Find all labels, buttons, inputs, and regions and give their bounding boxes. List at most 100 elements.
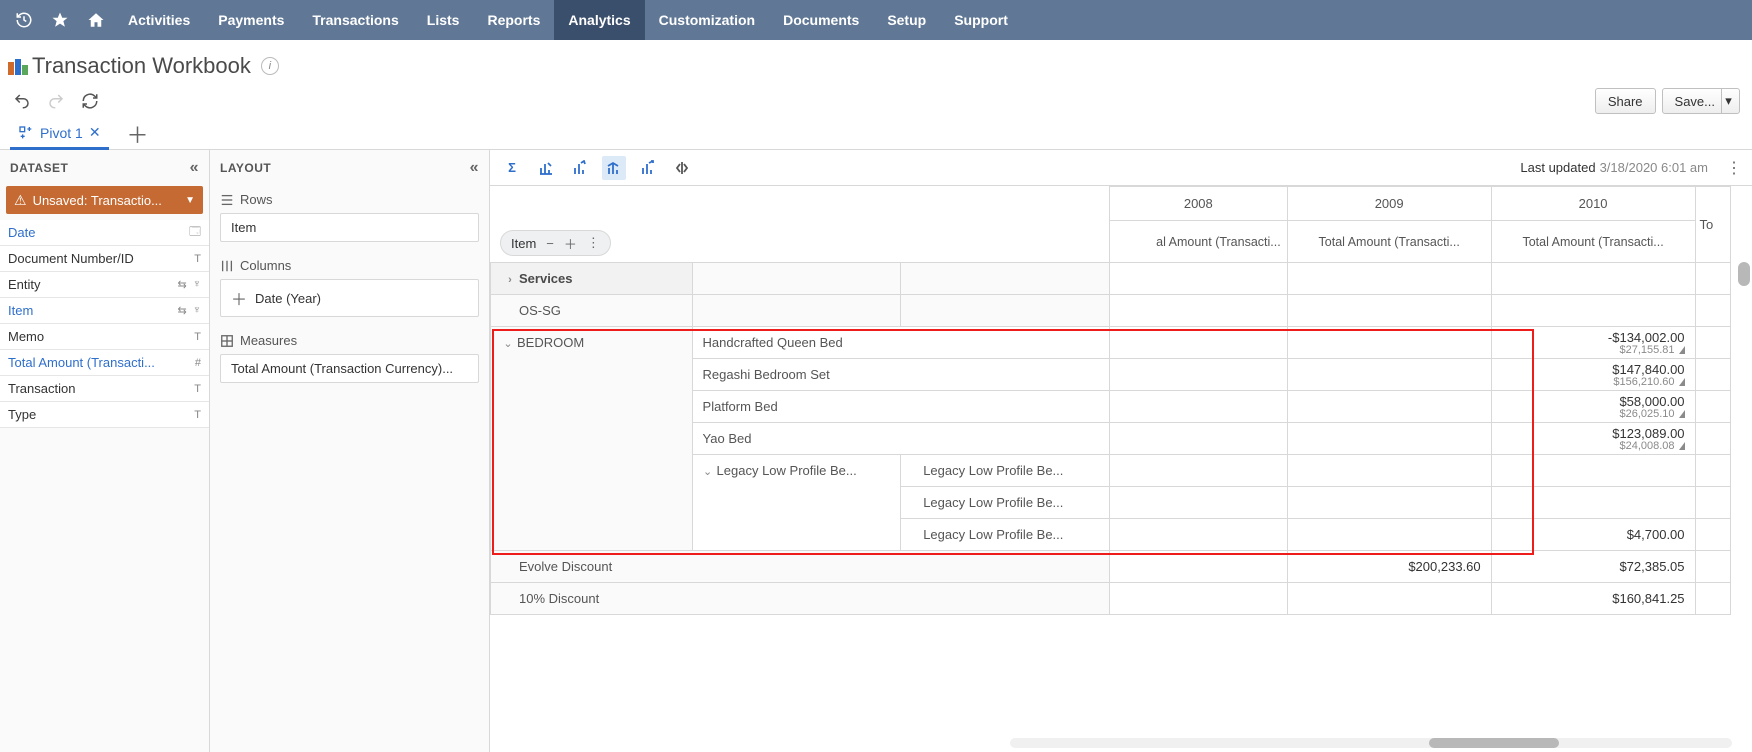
chart-arrow-icon[interactable] [636, 156, 660, 180]
measures-label: Measures [220, 333, 479, 348]
nav-payments[interactable]: Payments [204, 0, 298, 40]
swap-icon: ⇆ [178, 278, 187, 291]
nav-activities[interactable]: Activities [114, 0, 204, 40]
field-list: Date🗔 Document Number/IDT Entity⇆♆ Item⇆… [0, 220, 209, 428]
layout-panel: LAYOUT « Rows Item Columns ＋Date (Year) … [210, 150, 490, 752]
dataset-panel: DATASET « ⚠ Unsaved: Transactio... ▼ Dat… [0, 150, 210, 752]
field-item[interactable]: Item⇆♆ [0, 298, 209, 324]
field-memo[interactable]: MemoT [0, 324, 209, 350]
collapse-h-icon[interactable] [670, 156, 694, 180]
updated-label: Last updated [1520, 160, 1595, 175]
row-bedroom-0[interactable]: ⌄BEDROOM Handcrafted Queen Bed -$134,002… [491, 327, 1752, 359]
warning-icon: ⚠ [14, 192, 27, 209]
updated-timestamp: 3/18/2020 6:01 am [1600, 160, 1708, 175]
dataset-selector[interactable]: ⚠ Unsaved: Transactio... ▼ [6, 186, 203, 214]
nav-transactions[interactable]: Transactions [298, 0, 412, 40]
history-icon[interactable] [6, 2, 42, 38]
measures-chip-total[interactable]: Total Amount (Transaction Currency)... [220, 354, 479, 383]
plus-icon[interactable]: ＋ [564, 234, 577, 253]
dataset-name: Unsaved: Transactio... [33, 193, 186, 208]
save-caret-icon[interactable]: ▾ [1721, 89, 1735, 113]
tab-label: Pivot 1 [40, 125, 83, 141]
calendar-icon: 🗔 [189, 223, 201, 242]
year-2008[interactable]: 2008 [1109, 187, 1287, 221]
year-2009[interactable]: 2009 [1287, 187, 1491, 221]
page-title: Transaction Workbook [32, 53, 251, 79]
tabs-row: Pivot 1 ✕ ＋ [0, 116, 1752, 150]
nav-setup[interactable]: Setup [873, 0, 940, 40]
save-button[interactable]: Save... ▾ [1662, 88, 1740, 114]
layout-collapse-icon[interactable]: « [470, 159, 479, 177]
tree-icon: ♆ [193, 278, 201, 291]
title-bar: Transaction Workbook i [0, 40, 1752, 86]
field-total-amount[interactable]: Total Amount (Transacti...# [0, 350, 209, 376]
text-icon: T [194, 409, 201, 421]
columns-chip-date[interactable]: ＋Date (Year) [220, 279, 479, 317]
hscroll-track[interactable] [1010, 738, 1732, 748]
row-services[interactable]: ›Services [491, 263, 1752, 295]
year-2010[interactable]: 2010 [1491, 187, 1695, 221]
nav-reports[interactable]: Reports [473, 0, 554, 40]
text-icon: T [194, 383, 201, 395]
dataset-header: DATASET [10, 161, 68, 175]
text-icon: T [194, 331, 201, 343]
nav-support[interactable]: Support [940, 0, 1022, 40]
minus-icon[interactable]: − [546, 236, 554, 251]
tab-add-button[interactable]: ＋ [123, 119, 153, 149]
row-ten[interactable]: 10% Discount $160,841.25 [491, 583, 1752, 615]
toolbar-kebab-icon[interactable]: ⋮ [1726, 158, 1742, 178]
top-nav: Activities Payments Transactions Lists R… [0, 0, 1752, 40]
col-total-2008: al Amount (Transacti... [1109, 221, 1287, 263]
pivot-icon [18, 125, 34, 141]
share-button[interactable]: Share [1595, 88, 1656, 114]
columns-label: Columns [220, 258, 479, 273]
nav-lists[interactable]: Lists [413, 0, 474, 40]
rows-icon [220, 193, 234, 207]
hscroll-thumb[interactable] [1429, 738, 1559, 748]
layout-header: LAYOUT [220, 161, 271, 175]
field-entity[interactable]: Entity⇆♆ [0, 272, 209, 298]
item-header-pill[interactable]: Item − ＋ ⋮ [500, 230, 611, 256]
info-icon[interactable]: i [261, 57, 279, 75]
field-transaction[interactable]: TransactionT [0, 376, 209, 402]
star-icon[interactable] [42, 2, 78, 38]
col-total-2010: Total Amount (Transacti... [1491, 221, 1695, 263]
tab-pivot-1[interactable]: Pivot 1 ✕ [10, 116, 109, 149]
chart-trend-icon[interactable] [602, 156, 626, 180]
vscroll-thumb[interactable] [1738, 262, 1750, 286]
tab-close-icon[interactable]: ✕ [89, 124, 101, 141]
tree-icon: ♆ [193, 304, 201, 317]
nav-analytics[interactable]: Analytics [554, 0, 644, 40]
year-next[interactable]: To [1695, 187, 1731, 263]
dataset-caret-icon: ▼ [185, 195, 195, 206]
plus-icon: ＋ [231, 286, 247, 310]
columns-icon [220, 259, 234, 273]
pivot-grid: 2008 2009 2010 To al Amount (Transacti..… [490, 186, 1752, 615]
workbook-icon [8, 57, 28, 75]
undo-button[interactable] [12, 91, 32, 111]
measures-icon [220, 334, 234, 348]
action-row: Share Save... ▾ [0, 86, 1752, 116]
field-docnum[interactable]: Document Number/IDT [0, 246, 209, 272]
redo-button [46, 91, 66, 111]
refresh-button[interactable] [80, 91, 100, 111]
nav-documents[interactable]: Documents [769, 0, 873, 40]
content-toolbar: Σ Last updated 3/18/2020 6:01 am ⋮ [490, 150, 1752, 186]
rows-chip-item[interactable]: Item [220, 213, 479, 242]
edit-chart-icon[interactable] [534, 156, 558, 180]
nav-customization[interactable]: Customization [645, 0, 769, 40]
field-date[interactable]: Date🗔 [0, 220, 209, 246]
sigma-icon[interactable]: Σ [500, 156, 524, 180]
swap-icon: ⇆ [178, 304, 187, 317]
row-evolve[interactable]: Evolve Discount $200,233.60 $72,385.05 [491, 551, 1752, 583]
home-icon[interactable] [78, 2, 114, 38]
field-type[interactable]: TypeT [0, 402, 209, 428]
text-icon: T [194, 253, 201, 265]
chart-up-icon[interactable] [568, 156, 592, 180]
dataset-collapse-icon[interactable]: « [190, 159, 199, 177]
content-area: Σ Last updated 3/18/2020 6:01 am ⋮ Item … [490, 150, 1752, 752]
hash-icon: # [195, 357, 201, 369]
row-ossg[interactable]: OS-SG [491, 295, 1752, 327]
item-kebab-icon[interactable]: ⋮ [587, 235, 600, 251]
rows-label: Rows [220, 192, 479, 207]
